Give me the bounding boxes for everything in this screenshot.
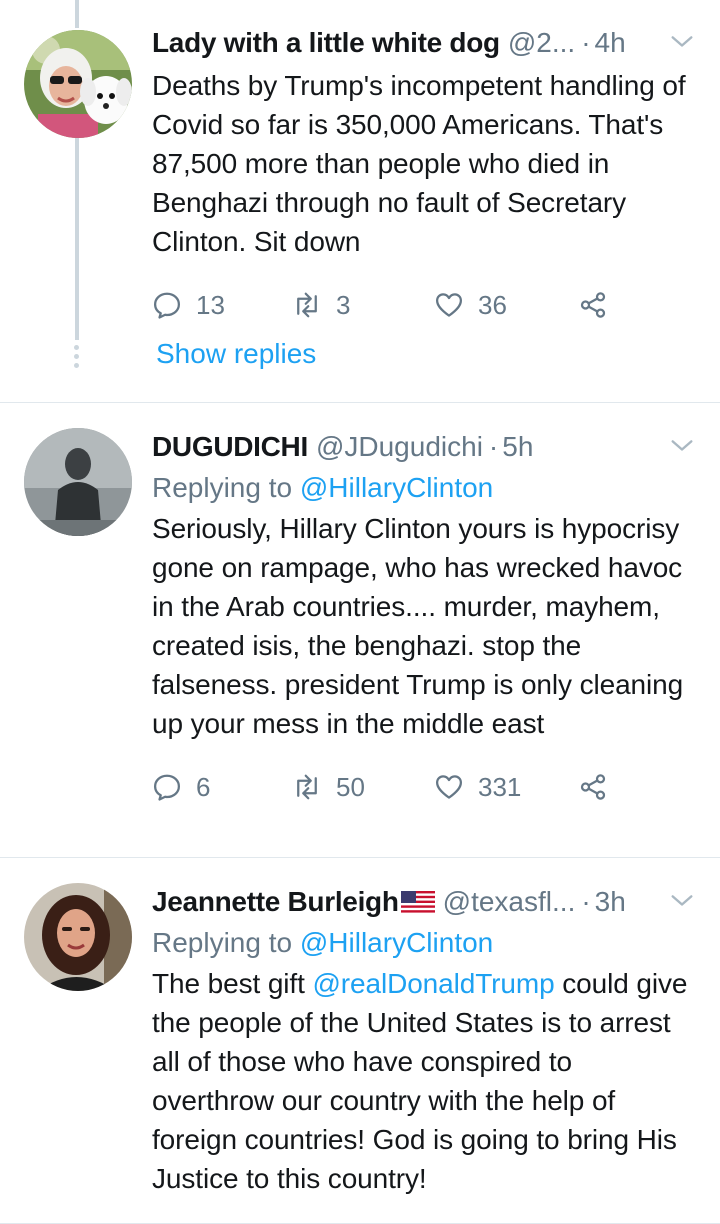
reply-icon xyxy=(154,292,180,319)
replying-to-label: Replying to xyxy=(152,472,293,503)
mention-link[interactable]: @HillaryClinton xyxy=(300,927,493,958)
chevron-down-icon[interactable] xyxy=(668,887,696,915)
tweet-text-end: could give the people of the United Stat… xyxy=(152,968,688,1194)
retweet-button[interactable]: 3 xyxy=(292,290,434,321)
us-flag-icon xyxy=(400,891,435,913)
share-icon xyxy=(580,774,606,800)
tweet-actions: 6 50 331 xyxy=(152,765,696,809)
chevron-down-icon[interactable] xyxy=(668,28,696,56)
tweet-text: The best gift @realDonaldTrump could giv… xyxy=(152,964,696,1198)
retweet-count: 3 xyxy=(336,289,351,320)
thread-dots xyxy=(73,345,81,369)
share-icon xyxy=(580,292,606,318)
separator-dot: · xyxy=(488,431,499,462)
tweet[interactable]: Lady with a little white dog @2... · 4h … xyxy=(0,0,720,403)
thread-line xyxy=(75,138,79,340)
like-button[interactable]: 36 xyxy=(434,290,578,321)
heart-icon xyxy=(436,293,462,317)
like-button[interactable]: 331 xyxy=(434,772,578,803)
avatar[interactable] xyxy=(24,883,132,991)
share-button[interactable] xyxy=(578,772,608,802)
retweet-button[interactable]: 50 xyxy=(292,772,434,803)
reply-button[interactable]: 6 xyxy=(152,772,292,803)
avatar[interactable] xyxy=(24,30,132,138)
reply-count: 13 xyxy=(196,289,225,320)
mention-link[interactable]: @realDonaldTrump xyxy=(312,968,554,999)
timestamp[interactable]: 3h xyxy=(595,881,626,923)
replying-to: Replying to @HillaryClinton xyxy=(152,923,696,962)
user-name[interactable]: Lady with a little white dog xyxy=(152,22,500,64)
tweet-text: Deaths by Trump's incompetent handling o… xyxy=(152,70,686,257)
like-count: 36 xyxy=(478,289,507,320)
tweet[interactable]: DUGUDICHI @JDugudichi · 5h Replying to @… xyxy=(0,404,720,858)
replying-to: Replying to @HillaryClinton xyxy=(152,468,696,507)
reply-icon xyxy=(154,774,180,801)
retweet-count: 50 xyxy=(336,771,365,802)
tweet-actions: 13 3 36 xyxy=(152,283,696,327)
retweet-icon xyxy=(297,292,317,318)
reply-button[interactable]: 13 xyxy=(152,290,292,321)
thread-line xyxy=(75,0,79,28)
reply-count: 6 xyxy=(196,771,211,802)
show-replies-link[interactable]: Show replies xyxy=(156,338,316,370)
user-handle[interactable]: @texasfl... xyxy=(443,881,576,923)
separator-dot: · xyxy=(581,886,591,917)
like-count: 331 xyxy=(478,771,522,802)
avatar[interactable] xyxy=(24,428,132,536)
timestamp[interactable]: 4h xyxy=(595,22,626,64)
replying-to-label: Replying to xyxy=(152,927,293,958)
heart-icon xyxy=(436,775,462,799)
user-handle[interactable]: @2... xyxy=(508,22,575,64)
user-name[interactable]: DUGUDICHI xyxy=(152,426,308,468)
tweet[interactable]: Jeannette Burleigh @texasfl... · 3h Repl… xyxy=(0,859,720,1224)
tweet-text-start: The best gift xyxy=(152,968,313,999)
retweet-icon xyxy=(297,774,317,800)
share-button[interactable] xyxy=(578,290,608,320)
timestamp[interactable]: 5h xyxy=(502,426,533,468)
mention-link[interactable]: @HillaryClinton xyxy=(300,472,493,503)
chevron-down-icon[interactable] xyxy=(668,432,696,460)
user-name[interactable]: Jeannette Burleigh xyxy=(152,881,399,923)
user-handle[interactable]: @JDugudichi xyxy=(316,426,483,468)
separator-dot: · xyxy=(581,27,591,58)
tweet-text: Seriously, Hillary Clinton yours is hypo… xyxy=(152,513,684,739)
